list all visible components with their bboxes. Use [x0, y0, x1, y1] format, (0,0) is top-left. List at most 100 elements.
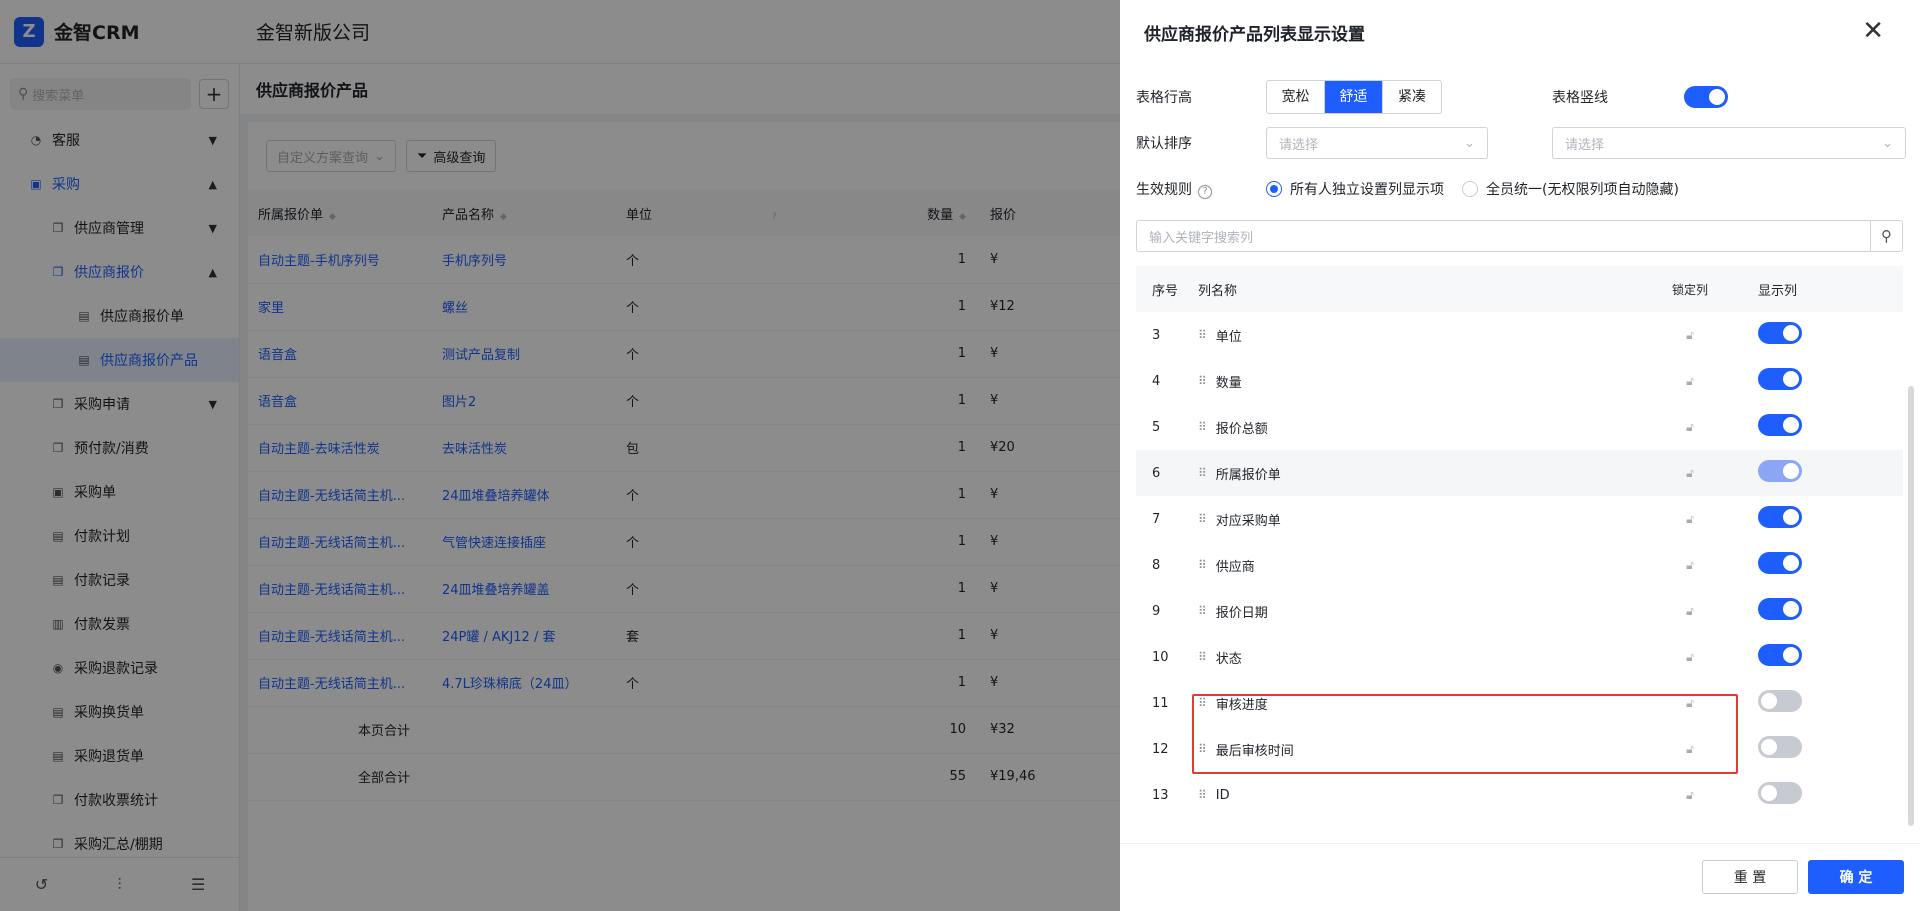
- column-name: ID: [1215, 787, 1230, 803]
- show-column-toggle[interactable]: [1758, 598, 1802, 620]
- column-no: 11: [1152, 695, 1169, 711]
- radio-unchecked: [1462, 181, 1478, 197]
- drag-handle-icon[interactable]: ⠿: [1198, 558, 1207, 572]
- row-height-compact[interactable]: 紧凑: [1383, 81, 1441, 113]
- column-row[interactable]: 7 ⠿ 对应采购单 🔓︎: [1136, 496, 1903, 542]
- confirm-button[interactable]: 确 定: [1808, 860, 1904, 894]
- sort-field-select[interactable]: 请选择 ⌄: [1266, 127, 1488, 159]
- lock-icon[interactable]: 🔓︎: [1638, 512, 1742, 527]
- column-row[interactable]: 3 ⠿ 单位 🔓︎: [1136, 312, 1903, 358]
- column-name-cell: ⠿ 对应采购单: [1198, 510, 1638, 529]
- column-no: 3: [1152, 327, 1161, 343]
- show-cell: [1742, 690, 1903, 716]
- column-name-cell: ⠿ 数量: [1198, 372, 1638, 391]
- drag-handle-icon[interactable]: ⠿: [1198, 650, 1207, 664]
- show-cell: [1742, 598, 1903, 624]
- column-no: 9: [1152, 603, 1161, 619]
- column-name: 对应采购单: [1215, 513, 1281, 529]
- show-cell: [1742, 736, 1903, 762]
- chevron-down-icon: ⌄: [1464, 135, 1475, 151]
- drag-handle-icon[interactable]: ⠿: [1198, 512, 1207, 526]
- column-search-input[interactable]: 输入关键字搜索列: [1137, 227, 1870, 246]
- show-cell: [1742, 414, 1903, 440]
- lock-icon[interactable]: 🔓︎: [1638, 420, 1742, 435]
- show-column-toggle[interactable]: [1758, 368, 1802, 390]
- column-row[interactable]: 5 ⠿ 报价总额 🔓︎: [1136, 404, 1903, 450]
- column-no: 4: [1152, 373, 1161, 389]
- show-column-toggle[interactable]: [1758, 414, 1802, 436]
- modal-overlay[interactable]: [0, 0, 1120, 911]
- drag-handle-icon[interactable]: ⠿: [1198, 604, 1207, 618]
- column-no: 7: [1152, 511, 1161, 527]
- show-column-toggle[interactable]: [1758, 322, 1802, 344]
- row-height-segmented: 宽松 舒适 紧凑: [1266, 80, 1442, 114]
- drawer-header: 供应商报价产品列表显示设置 ✕: [1120, 0, 1920, 64]
- rule-radio-individual[interactable]: 所有人独立设置列显示项: [1266, 179, 1444, 199]
- column-no: 8: [1152, 557, 1161, 573]
- show-column-toggle[interactable]: [1758, 552, 1802, 574]
- vertical-line-toggle[interactable]: [1684, 86, 1728, 108]
- column-list-header: 序号 列名称 锁定列 显示列: [1136, 266, 1903, 312]
- reset-button[interactable]: 重 置: [1702, 860, 1798, 894]
- show-cell: [1742, 506, 1903, 532]
- show-cell: [1742, 552, 1903, 578]
- column-settings-drawer: 供应商报价产品列表显示设置 ✕ 表格行高 宽松 舒适 紧凑 表格竖线 默认排序 …: [1120, 0, 1920, 911]
- scrollbar[interactable]: [1908, 386, 1914, 826]
- show-column-toggle[interactable]: [1758, 644, 1802, 666]
- show-column-toggle[interactable]: [1758, 506, 1802, 528]
- rule-label: 生效规则?: [1136, 179, 1266, 199]
- lock-icon[interactable]: 🔓︎: [1638, 558, 1742, 573]
- lock-icon[interactable]: 🔓︎: [1638, 328, 1742, 343]
- show-column-toggle[interactable]: [1758, 460, 1802, 482]
- lock-icon[interactable]: 🔓︎: [1638, 374, 1742, 389]
- radio-checked: [1266, 181, 1282, 197]
- header-no: 序号: [1152, 283, 1179, 299]
- column-name: 报价日期: [1215, 605, 1268, 621]
- show-column-toggle[interactable]: [1758, 690, 1802, 712]
- column-row[interactable]: 4 ⠿ 数量 🔓︎: [1136, 358, 1903, 404]
- lock-icon[interactable]: 🔓︎: [1638, 466, 1742, 481]
- column-row[interactable]: 8 ⠿ 供应商 🔓︎: [1136, 542, 1903, 588]
- close-icon[interactable]: ✕: [1862, 18, 1884, 44]
- column-row[interactable]: 10 ⠿ 状态 🔓︎: [1136, 634, 1903, 680]
- show-column-toggle[interactable]: [1758, 736, 1802, 758]
- show-column-toggle[interactable]: [1758, 782, 1802, 804]
- show-cell: [1742, 644, 1903, 670]
- row-height-comfortable[interactable]: 舒适: [1325, 81, 1383, 113]
- column-name-cell: ⠿ 状态: [1198, 648, 1638, 667]
- column-row[interactable]: 6 ⠿ 所属报价单 🔓︎: [1136, 450, 1903, 496]
- column-name: 状态: [1215, 651, 1242, 667]
- column-no: 12: [1152, 741, 1169, 757]
- lock-icon[interactable]: 🔓︎: [1638, 650, 1742, 665]
- lock-icon[interactable]: 🔓︎: [1638, 788, 1742, 803]
- drag-handle-icon[interactable]: ⠿: [1198, 374, 1207, 388]
- column-row[interactable]: 9 ⠿ 报价日期 🔓︎: [1136, 588, 1903, 634]
- column-name-cell: ⠿ 报价日期: [1198, 602, 1638, 621]
- drag-handle-icon[interactable]: ⠿: [1198, 420, 1207, 434]
- drag-handle-icon[interactable]: ⠿: [1198, 328, 1207, 342]
- column-search: 输入关键字搜索列 ⚲: [1136, 220, 1903, 252]
- drawer-footer: 重 置 确 定: [1120, 843, 1920, 911]
- search-icon[interactable]: ⚲: [1870, 221, 1902, 251]
- highlight-box: [1192, 694, 1738, 774]
- column-name: 所属报价单: [1215, 467, 1281, 483]
- column-no: 5: [1152, 419, 1161, 435]
- drag-handle-icon[interactable]: ⠿: [1198, 466, 1207, 480]
- column-name-cell: ⠿ 报价总额: [1198, 418, 1638, 437]
- rule-radio-unified[interactable]: 全员统一(无权限列项自动隐藏): [1462, 179, 1679, 199]
- column-name: 单位: [1215, 329, 1242, 345]
- row-height-setting: 表格行高 宽松 舒适 紧凑: [1136, 80, 1442, 114]
- column-name: 供应商: [1215, 559, 1255, 575]
- show-cell: [1742, 782, 1903, 808]
- column-name-cell: ⠿ 供应商: [1198, 556, 1638, 575]
- help-icon[interactable]: ?: [1198, 185, 1212, 199]
- row-height-loose[interactable]: 宽松: [1267, 81, 1325, 113]
- vertical-line-label: 表格竖线: [1552, 90, 1608, 106]
- drag-handle-icon[interactable]: ⠿: [1198, 788, 1207, 802]
- header-name: 列名称: [1198, 283, 1238, 299]
- column-no: 10: [1152, 649, 1169, 665]
- sort-order-select[interactable]: 请选择 ⌄: [1552, 127, 1906, 159]
- lock-icon[interactable]: 🔓︎: [1638, 604, 1742, 619]
- show-cell: [1742, 460, 1903, 486]
- column-row[interactable]: 13 ⠿ ID 🔓︎: [1136, 772, 1903, 818]
